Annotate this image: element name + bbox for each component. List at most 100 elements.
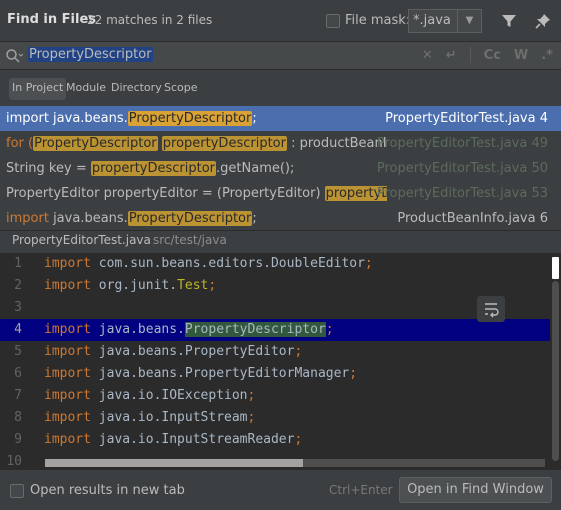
line-number: 1 [14, 256, 22, 271]
tab-in-project[interactable]: In Project [9, 78, 67, 100]
code-token: import [44, 410, 91, 425]
result-location: PropertyEditorTest.java 50 [376, 161, 548, 176]
line-number: 8 [14, 410, 22, 425]
code-text: import com.sun.beans.editors.DoubleEdito… [44, 253, 373, 275]
result-location: ProductBeanInfo.java 6 [397, 211, 548, 226]
result-text: import java.beans.PropertyDescriptor; [6, 206, 257, 230]
code-line: 1 import com.sun.beans.editors.DoubleEdit… [0, 253, 550, 275]
line-number: 6 [14, 366, 22, 381]
result-fragment: .getName(); [216, 161, 295, 176]
match-highlight: propertyDescriptor [161, 136, 287, 151]
code-match-highlight: PropertyDescriptor [184, 322, 326, 337]
code-token: java.io.IOException [90, 388, 248, 403]
tab-scope[interactable]: Scope [161, 78, 201, 100]
code-token: org.junit. [90, 278, 178, 293]
scroll-thumb[interactable] [552, 281, 559, 461]
line-number: 4 [14, 322, 22, 337]
tab-directory[interactable]: Directory [108, 78, 165, 100]
result-fragment: ; [252, 211, 257, 226]
toolbar-separator [469, 47, 471, 63]
preview-header: PropertyEditorTest.java src/test/java [0, 230, 561, 252]
result-location: PropertyEditorTest.java 49 [376, 136, 548, 151]
result-fragment: for ( [6, 136, 34, 151]
result-row[interactable]: PropertyEditor propertyEditor = (Propert… [0, 181, 561, 206]
code-token: import [44, 322, 91, 337]
result-row[interactable]: String key = propertyDescriptor.getName(… [0, 156, 561, 181]
file-mask-label: File mask: [345, 13, 411, 28]
result-location: PropertyEditorTest.java 53 [376, 186, 548, 201]
code-text: import java.io.IOException; [44, 385, 255, 407]
open-new-tab-checkbox[interactable] [10, 484, 24, 498]
filter-icon[interactable] [500, 12, 518, 30]
shortcut-hint: Ctrl+Enter [329, 483, 393, 497]
code-line: 7 import java.io.IOException; [0, 385, 550, 407]
scroll-thumb[interactable] [45, 459, 303, 467]
result-row[interactable]: for (PropertyDescriptor propertyDescript… [0, 131, 561, 156]
line-number: 9 [14, 432, 22, 447]
chevron-down-icon[interactable]: ▼ [457, 10, 481, 32]
code-token: import [44, 388, 91, 403]
tab-module[interactable]: Module [63, 78, 109, 100]
code-token: java.io.InputStreamReader [90, 432, 295, 447]
regex-button[interactable]: .* [541, 48, 553, 63]
code-token: ; [294, 344, 303, 359]
code-text: import java.io.InputStreamReader; [44, 429, 302, 451]
close-icon[interactable]: ✕ [422, 48, 433, 63]
results-list: import java.beans.PropertyDescriptor; Pro… [0, 106, 561, 230]
code-token: java.beans.PropertyEditor [90, 344, 295, 359]
line-number: 2 [14, 278, 22, 293]
result-fragment: ; [252, 111, 257, 126]
search-icon[interactable] [5, 48, 23, 64]
match-highlight: PropertyDescriptor [127, 111, 253, 126]
search-query: PropertyDescriptor [28, 47, 153, 62]
match-case-button[interactable]: Cc [484, 48, 501, 63]
result-fragment: import [6, 211, 49, 226]
line-number: 5 [14, 344, 22, 359]
search-options: ✕ ↵ Cc W .* [422, 47, 553, 63]
vertical-scrollbar[interactable] [550, 253, 561, 469]
result-text: for (PropertyDescriptor propertyDescript… [6, 131, 433, 156]
search-bar: PropertyDescriptor ✕ ↵ Cc W .* [0, 42, 561, 70]
code-line: 8 import java.io.InputStream; [0, 407, 550, 429]
pin-icon[interactable] [534, 12, 552, 30]
result-row[interactable]: import java.beans.PropertyDescriptor; Pro… [0, 106, 561, 131]
preview-file-path: src/test/java [153, 233, 227, 247]
preview-file-name: PropertyEditorTest.java [12, 233, 151, 247]
code-line: 3 [0, 297, 550, 319]
code-token: ; [208, 278, 217, 293]
code-line: 2 import org.junit.Test; [0, 275, 550, 297]
open-in-find-window-button[interactable]: Open in Find Window [399, 477, 552, 503]
newline-icon[interactable]: ↵ [446, 48, 457, 63]
result-fragment: String key = [6, 161, 91, 176]
soft-wrap-icon[interactable] [477, 296, 505, 322]
code-line: 5 import java.beans.PropertyEditor; [0, 341, 550, 363]
code-token: java.beans. [90, 322, 185, 337]
result-text: String key = propertyDescriptor.getName(… [6, 156, 294, 181]
code-token: com.sun.beans.editors.DoubleEditor [90, 256, 365, 271]
code-token: import [44, 432, 91, 447]
horizontal-scrollbar[interactable] [45, 459, 545, 467]
code-line: 6 import java.beans.PropertyEditorManager… [0, 363, 550, 385]
code-token: import [44, 278, 91, 293]
dialog-footer: Open results in new tab Ctrl+Enter Open … [0, 469, 561, 510]
code-token: ; [247, 410, 256, 425]
match-highlight: PropertyDescriptor [127, 211, 253, 226]
whole-words-button[interactable]: W [514, 48, 528, 63]
code-text: import java.beans.PropertyDescriptor; [44, 319, 334, 341]
scope-tabs: In Project Module Directory Scope [0, 70, 561, 106]
line-number: 10 [6, 454, 22, 469]
file-mask-checkbox[interactable] [326, 14, 340, 28]
code-preview[interactable]: 1 import com.sun.beans.editors.DoubleEdit… [0, 253, 561, 469]
result-row[interactable]: import java.beans.PropertyDescriptor; Pro… [0, 206, 561, 230]
code-text: import java.beans.PropertyEditor; [44, 341, 302, 363]
search-input[interactable]: PropertyDescriptor [28, 47, 153, 62]
code-token: ; [325, 322, 334, 337]
code-token: import [44, 366, 91, 381]
code-token: java.beans.PropertyEditorManager [90, 366, 350, 381]
code-text: import org.junit.Test; [44, 275, 216, 297]
result-fragment: java.beans. [48, 211, 128, 226]
scroll-marker [552, 257, 559, 279]
result-text: PropertyEditor propertyEditor = (Propert… [6, 181, 432, 206]
match-highlight: PropertyDescriptor [33, 136, 158, 151]
match-count: 22 matches in 2 files [87, 13, 213, 27]
